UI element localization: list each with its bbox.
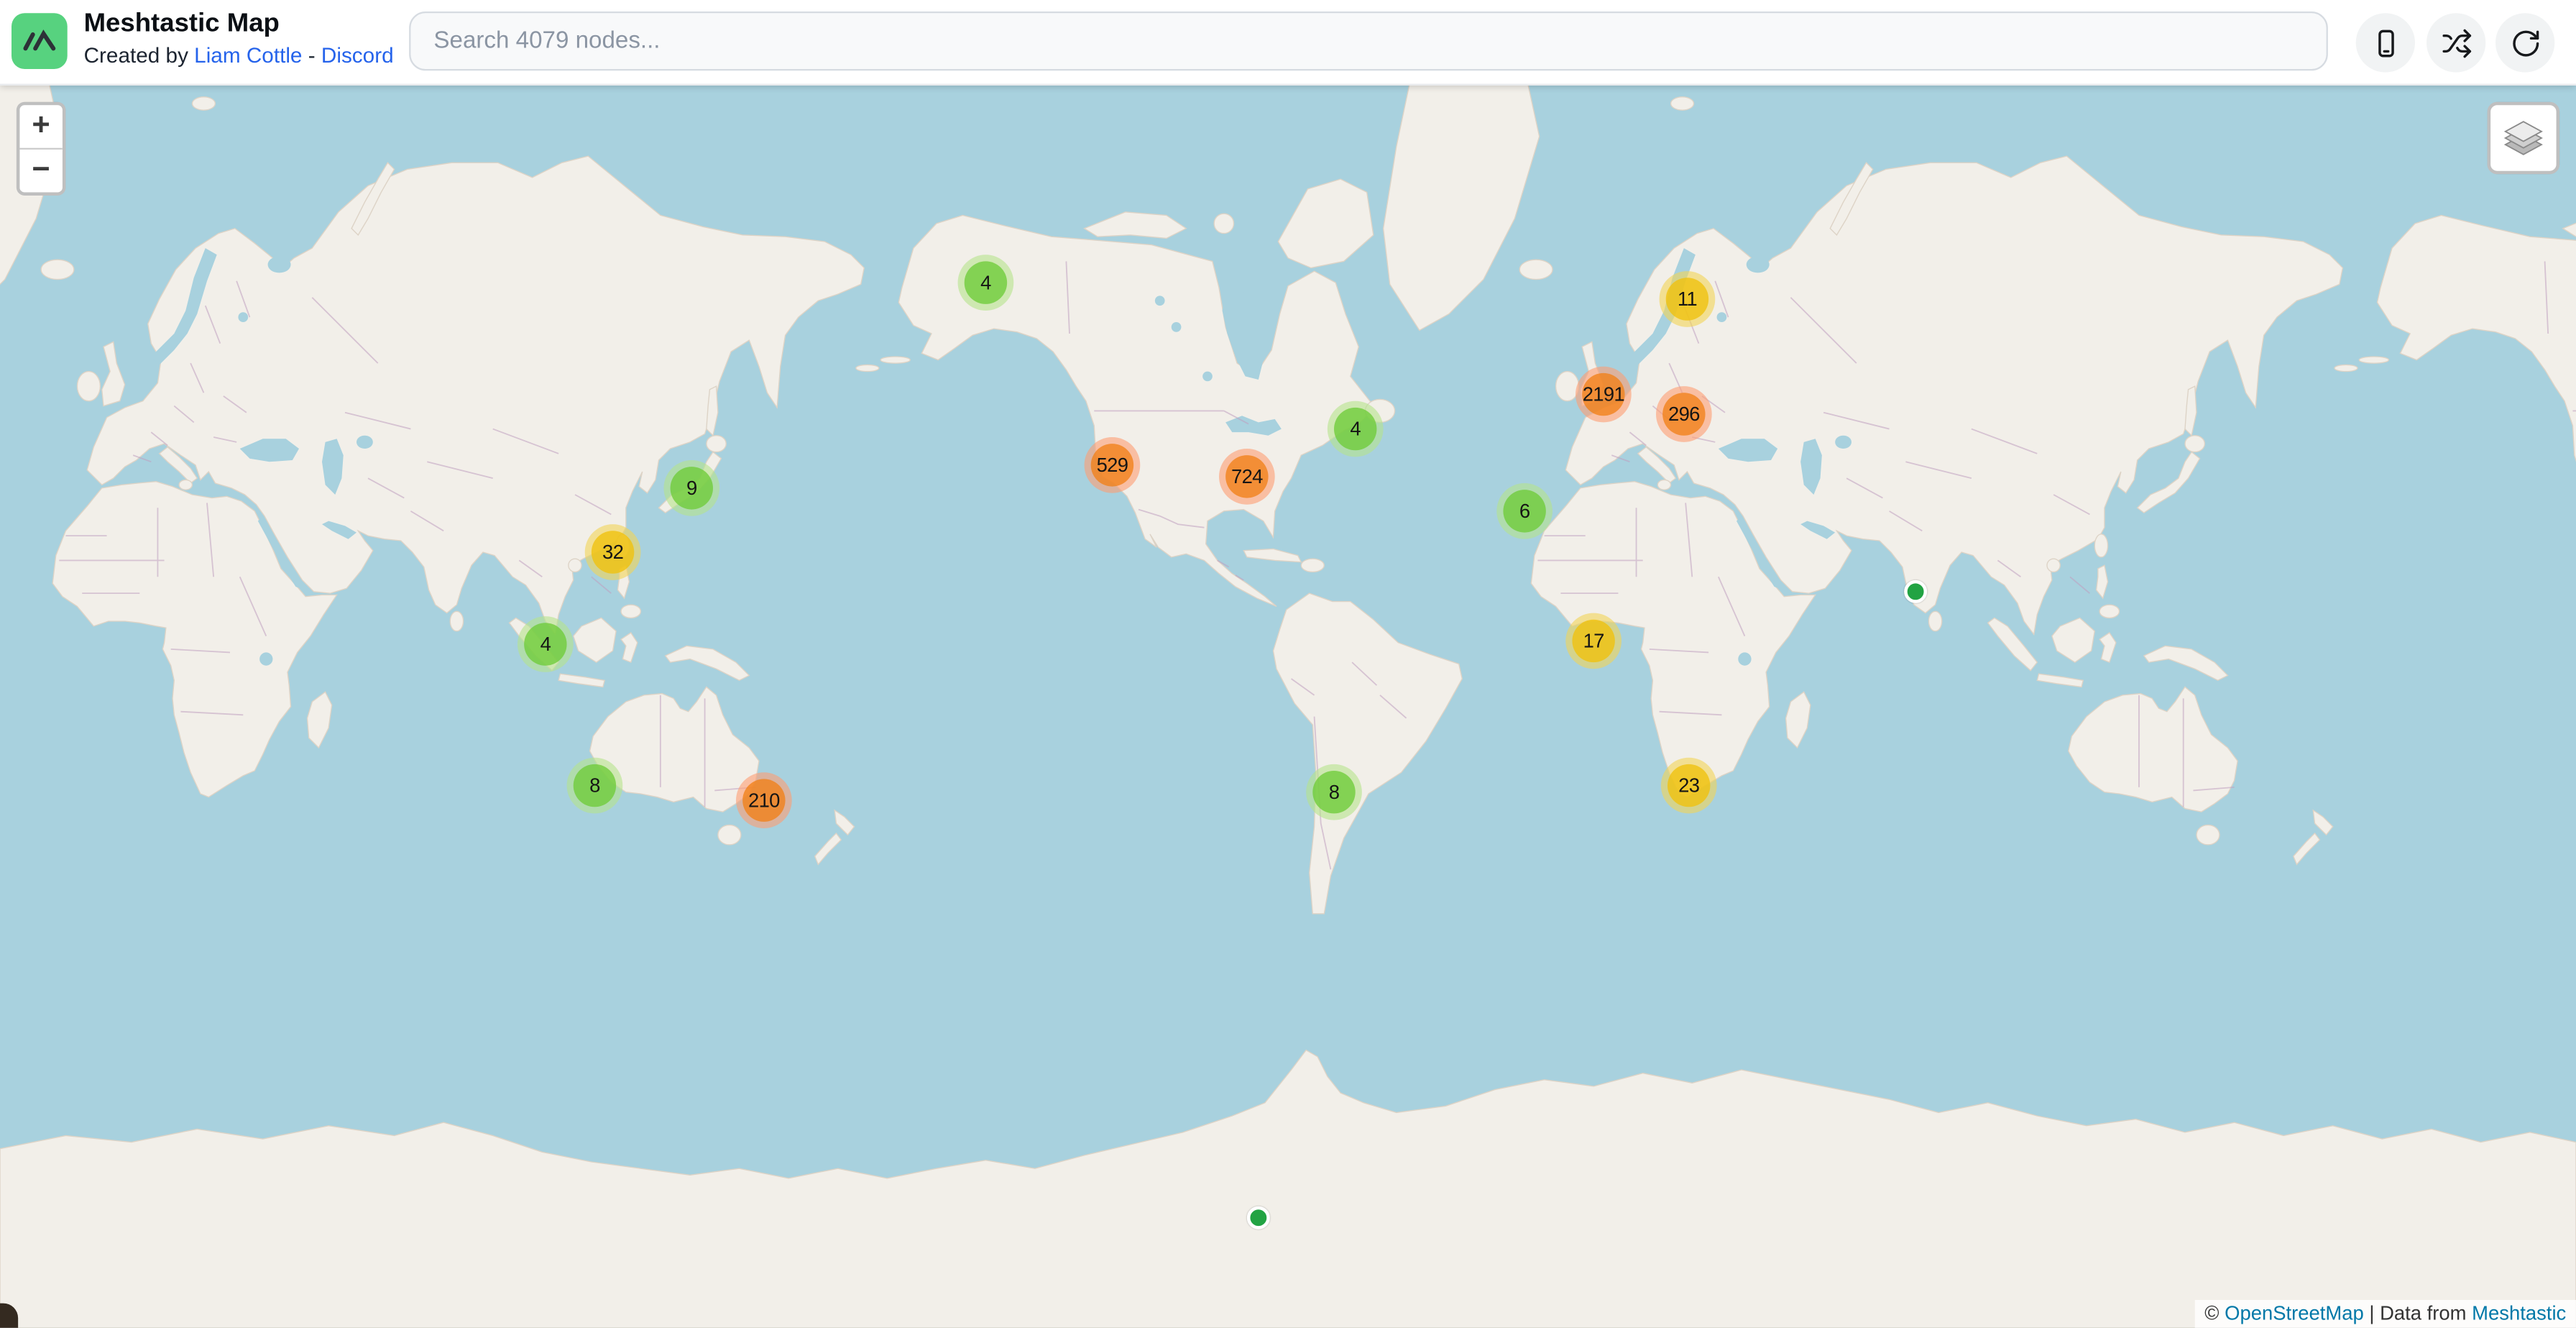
cluster-count: 8 (1312, 771, 1355, 813)
marker-layer: 4 11 2191 296 9 32 529 724 4 6 4 17 8 210 8 23 (0, 84, 2576, 1328)
discord-link[interactable]: Discord (321, 42, 394, 67)
cluster-count: 6 (1503, 490, 1545, 532)
cluster-marker[interactable]: 4 (1328, 401, 1384, 457)
cluster-marker[interactable]: 4 (958, 255, 1014, 311)
cluster-count: 23 (1668, 764, 1710, 807)
zoom-out-button[interactable]: − (19, 148, 62, 193)
meshtastic-logo-icon (19, 22, 59, 61)
cluster-count: 529 (1091, 444, 1133, 486)
cluster-marker[interactable]: 296 (1656, 386, 1712, 442)
cluster-marker[interactable]: 210 (736, 772, 792, 828)
cluster-marker[interactable]: 17 (1565, 613, 1622, 669)
page-title: Meshtastic Map (84, 8, 394, 41)
cluster-count: 11 (1666, 278, 1708, 320)
refresh-button[interactable] (2496, 13, 2554, 72)
zoom-in-button[interactable]: + (19, 105, 62, 147)
node-marker[interactable] (1904, 580, 1927, 603)
cluster-count: 4 (965, 261, 1007, 303)
cluster-count: 8 (574, 764, 616, 807)
zoom-control: + − (17, 102, 66, 196)
shuffle-icon (2440, 27, 2471, 58)
meshtastic-logo (12, 13, 68, 69)
layers-control[interactable] (2488, 102, 2560, 175)
attribution-middle: | Data from (2364, 1301, 2472, 1324)
osm-link[interactable]: OpenStreetMap (2225, 1301, 2364, 1324)
attribution: © OpenStreetMap | Data from Meshtastic (2195, 1300, 2576, 1328)
cluster-marker[interactable]: 8 (567, 758, 623, 814)
cluster-count: 4 (524, 623, 566, 665)
subtitle-prefix: Created by (84, 42, 195, 67)
cluster-count: 2191 (1582, 373, 1624, 416)
refresh-icon (2509, 27, 2540, 58)
cluster-count: 210 (742, 779, 785, 821)
smartphone-icon (2370, 27, 2401, 58)
node-marker[interactable] (1247, 1206, 1270, 1229)
random-node-button[interactable] (2426, 13, 2485, 72)
author-link[interactable]: Liam Cottle (194, 42, 302, 67)
page-subtitle: Created by Liam Cottle - Discord (84, 41, 394, 69)
cluster-marker[interactable]: 11 (1660, 271, 1716, 327)
cluster-count: 296 (1662, 393, 1705, 435)
header: Meshtastic Map Created by Liam Cottle - … (0, 0, 2576, 86)
search-input[interactable] (409, 12, 2328, 70)
meshtastic-map-app: 4 11 2191 296 9 32 529 724 4 6 4 17 8 210 8 23 + − © Op… (0, 0, 2576, 1328)
meshtastic-link[interactable]: Meshtastic (2472, 1301, 2566, 1324)
attribution-copyright: © (2204, 1301, 2225, 1324)
title-block: Meshtastic Map Created by Liam Cottle - … (84, 8, 394, 69)
cluster-marker[interactable]: 6 (1496, 483, 1552, 539)
cluster-count: 4 (1334, 408, 1376, 450)
cluster-marker[interactable]: 23 (1661, 758, 1717, 814)
map-canvas[interactable]: 4 11 2191 296 9 32 529 724 4 6 4 17 8 210 8 23 + − © Op… (0, 84, 2576, 1328)
cluster-marker[interactable]: 8 (1306, 764, 1362, 820)
cluster-marker[interactable]: 4 (518, 616, 574, 672)
cluster-count: 724 (1225, 455, 1268, 498)
mobile-app-button[interactable] (2356, 13, 2415, 72)
cluster-marker[interactable]: 32 (585, 524, 641, 580)
cluster-marker[interactable]: 2191 (1576, 367, 1632, 423)
layers-icon (2502, 116, 2544, 159)
cluster-marker[interactable]: 9 (663, 460, 719, 516)
cluster-count: 17 (1572, 620, 1614, 662)
cluster-count: 9 (671, 467, 713, 509)
subtitle-separator: - (302, 42, 321, 67)
cluster-count: 32 (592, 531, 634, 573)
cluster-marker[interactable]: 724 (1219, 449, 1275, 505)
cluster-marker[interactable]: 529 (1085, 437, 1141, 493)
